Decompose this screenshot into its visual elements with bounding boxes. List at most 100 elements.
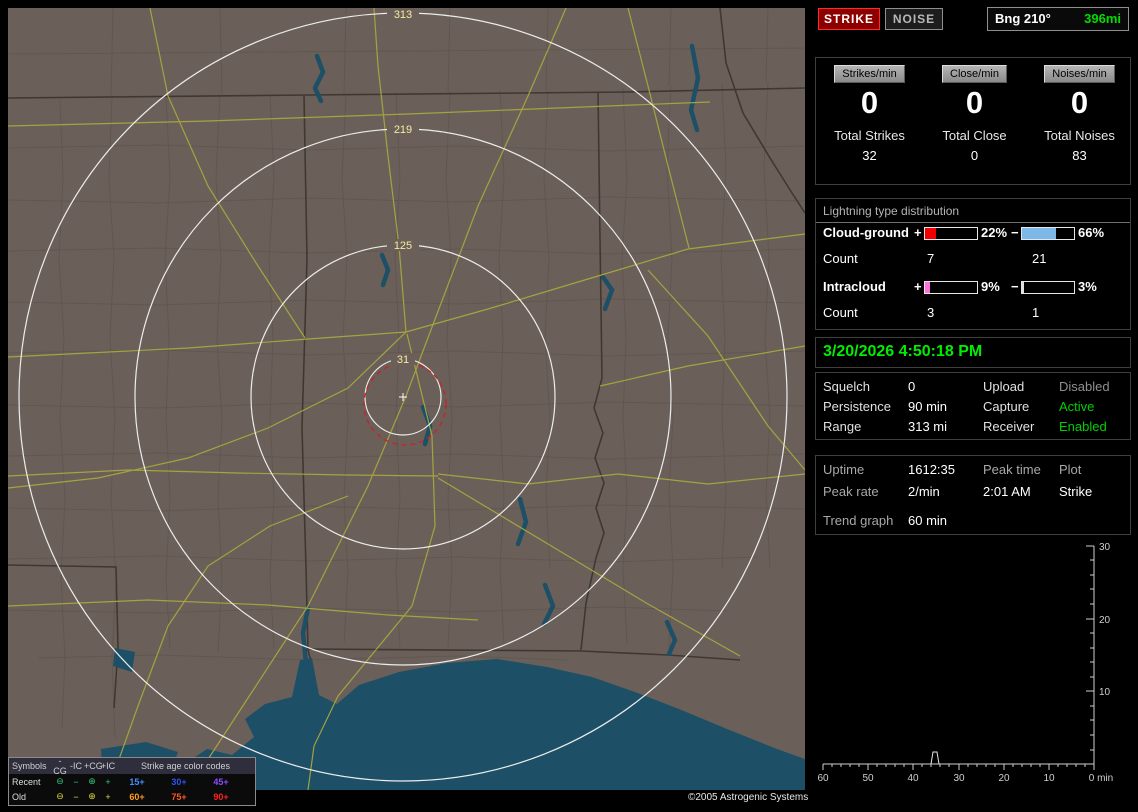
peak-rate-value: 2/min xyxy=(908,484,940,499)
ic-minus-count: 1 xyxy=(1032,305,1040,320)
strikes-per-min-value: 0 xyxy=(860,85,879,120)
trend-graph: 30 20 10 60 50 40 30 20 10 0 min xyxy=(817,542,1113,784)
total-close-label: Total Close xyxy=(942,128,1007,143)
legend-recent-label: Recent xyxy=(12,776,41,787)
strike-spike xyxy=(930,751,940,765)
datetime-section: 3/20/2026 4:50:18 PM xyxy=(815,337,1131,368)
noises-per-min-value: 0 xyxy=(1070,85,1089,120)
upload-value: Disabled xyxy=(1059,379,1110,394)
cg-minus-percent: 66% xyxy=(1078,225,1105,240)
count-label: Count xyxy=(823,251,858,266)
ncg-symbol-icon: ⊖ xyxy=(56,776,64,786)
noises-per-min-chip[interactable]: Noises/min xyxy=(1044,65,1115,83)
minus-sign: − xyxy=(1011,225,1019,240)
total-noises-label: Total Noises xyxy=(1044,128,1115,143)
bearing-label: Bng 210° xyxy=(995,11,1051,26)
ring-label-219: 219 xyxy=(394,124,412,136)
age-90: 90+ xyxy=(213,791,229,802)
x-tick-20: 20 xyxy=(998,773,1010,784)
bearing-box: Bng 210° 396mi xyxy=(987,7,1129,31)
ncg-symbol-icon: ⊖ xyxy=(56,791,64,801)
trend-graph-window: 60 min xyxy=(908,513,948,528)
uptime-label: Uptime xyxy=(823,462,865,477)
x-tick-60: 60 xyxy=(817,773,829,784)
age-75: 75+ xyxy=(171,791,187,802)
capture-value: Active xyxy=(1059,399,1095,414)
capture-label: Capture xyxy=(983,399,1030,414)
noises-column: Noises/min 0 Total Noises 83 xyxy=(1027,58,1132,163)
strikes-per-min-chip[interactable]: Strikes/min xyxy=(834,65,905,83)
uptime-value: 1612:35 xyxy=(908,462,955,477)
strikes-column: Strikes/min 0 Total Strikes 32 xyxy=(817,58,922,163)
pcg-symbol-icon: ⊕ xyxy=(88,776,96,786)
copyright-text: ©2005 Astrogenic Systems xyxy=(688,792,809,803)
squelch-value: 0 xyxy=(908,379,916,394)
persistence-value: 90 min xyxy=(908,399,948,414)
cloud-ground-label: Cloud-ground xyxy=(823,225,909,240)
minus-sign: − xyxy=(1011,279,1019,294)
age-45: 45+ xyxy=(213,776,229,787)
uptime-section: Uptime 1612:35 Peak time Plot Peak rate … xyxy=(815,455,1131,535)
total-strikes-value: 32 xyxy=(862,148,877,163)
ring-label-125: 125 xyxy=(394,240,412,252)
ic-plus-bar xyxy=(924,281,978,294)
trend-graph-section: 30 20 10 60 50 40 30 20 10 0 min xyxy=(815,540,1131,802)
range-value: 313 mi xyxy=(908,419,948,434)
plus-sign: + xyxy=(914,225,922,240)
plus-sign: + xyxy=(914,279,922,294)
age-15: 15+ xyxy=(129,776,145,787)
x-tick-0-min: 0 min xyxy=(1089,773,1113,784)
total-close-value: 0 xyxy=(970,148,979,163)
legend-old-row: Old ⊖ − ⊕ + 60+ 75+ 90+ xyxy=(9,789,255,804)
graph-axes xyxy=(822,545,1095,770)
peak-time-label: Peak time xyxy=(983,462,1041,477)
y-tick-30: 30 xyxy=(1099,542,1111,553)
ic-minus-percent: 3% xyxy=(1078,279,1097,294)
trend-graph-label: Trend graph xyxy=(823,513,894,528)
map-canvas: 313 219 125 31 xyxy=(7,7,806,791)
ring-label-313: 313 xyxy=(394,9,412,21)
count-label: Count xyxy=(823,305,858,320)
legend-symbols-title: Symbols xyxy=(12,761,47,771)
cg-plus-count: 7 xyxy=(927,251,935,266)
x-tick-40: 40 xyxy=(907,773,919,784)
strike-mode-button[interactable]: STRIKE xyxy=(818,8,880,30)
total-noises-value: 83 xyxy=(1072,148,1087,163)
x-tick-30: 30 xyxy=(953,773,965,784)
cg-plus-bar xyxy=(924,227,978,240)
legend-header-row: Symbols -CG -IC +CG +IC Strike age color… xyxy=(9,756,255,776)
bearing-distance: 396mi xyxy=(1084,11,1121,26)
map-legend: Symbols -CG -IC +CG +IC Strike age color… xyxy=(8,756,256,806)
squelch-label: Squelch xyxy=(823,379,870,394)
datetime-display: 3/20/2026 4:50:18 PM xyxy=(823,343,983,360)
lightning-map[interactable]: 313 219 125 31 xyxy=(7,7,806,791)
close-per-min-chip[interactable]: Close/min xyxy=(942,65,1007,83)
rates-section: Strikes/min 0 Total Strikes 32 Close/min… xyxy=(815,57,1131,185)
receiver-value: Enabled xyxy=(1059,419,1107,434)
distribution-title: Lightning type distribution xyxy=(816,202,1130,223)
persistence-label: Persistence xyxy=(823,399,891,414)
legend-age-title: Strike age color codes xyxy=(140,761,231,771)
legend-col-ncg: -CG xyxy=(53,756,67,776)
nic-symbol-icon: − xyxy=(73,776,79,787)
cg-minus-count: 21 xyxy=(1032,251,1047,266)
close-per-min-value: 0 xyxy=(965,85,984,120)
ring-label-31: 31 xyxy=(397,354,409,366)
x-tick-50: 50 xyxy=(862,773,874,784)
cg-minus-bar xyxy=(1021,227,1075,240)
close-column: Close/min 0 Total Close 0 xyxy=(922,58,1027,163)
upload-label: Upload xyxy=(983,379,1025,394)
pic-symbol-icon: + xyxy=(105,791,111,802)
noise-mode-button[interactable]: NOISE xyxy=(885,8,943,30)
intracloud-label: Intracloud xyxy=(823,279,886,294)
x-tick-10: 10 xyxy=(1043,773,1055,784)
plot-value: Strike xyxy=(1059,484,1093,499)
pcg-symbol-icon: ⊕ xyxy=(88,791,96,801)
peak-time-value: 2:01 AM xyxy=(983,484,1031,499)
ic-minus-bar xyxy=(1021,281,1075,294)
legend-col-nic: -IC xyxy=(70,761,82,771)
age-30: 30+ xyxy=(171,776,187,787)
ic-plus-count: 3 xyxy=(927,305,935,320)
settings-section: Squelch 0 Upload Disabled Persistence 90… xyxy=(815,372,1131,440)
peak-rate-label: Peak rate xyxy=(823,484,879,499)
